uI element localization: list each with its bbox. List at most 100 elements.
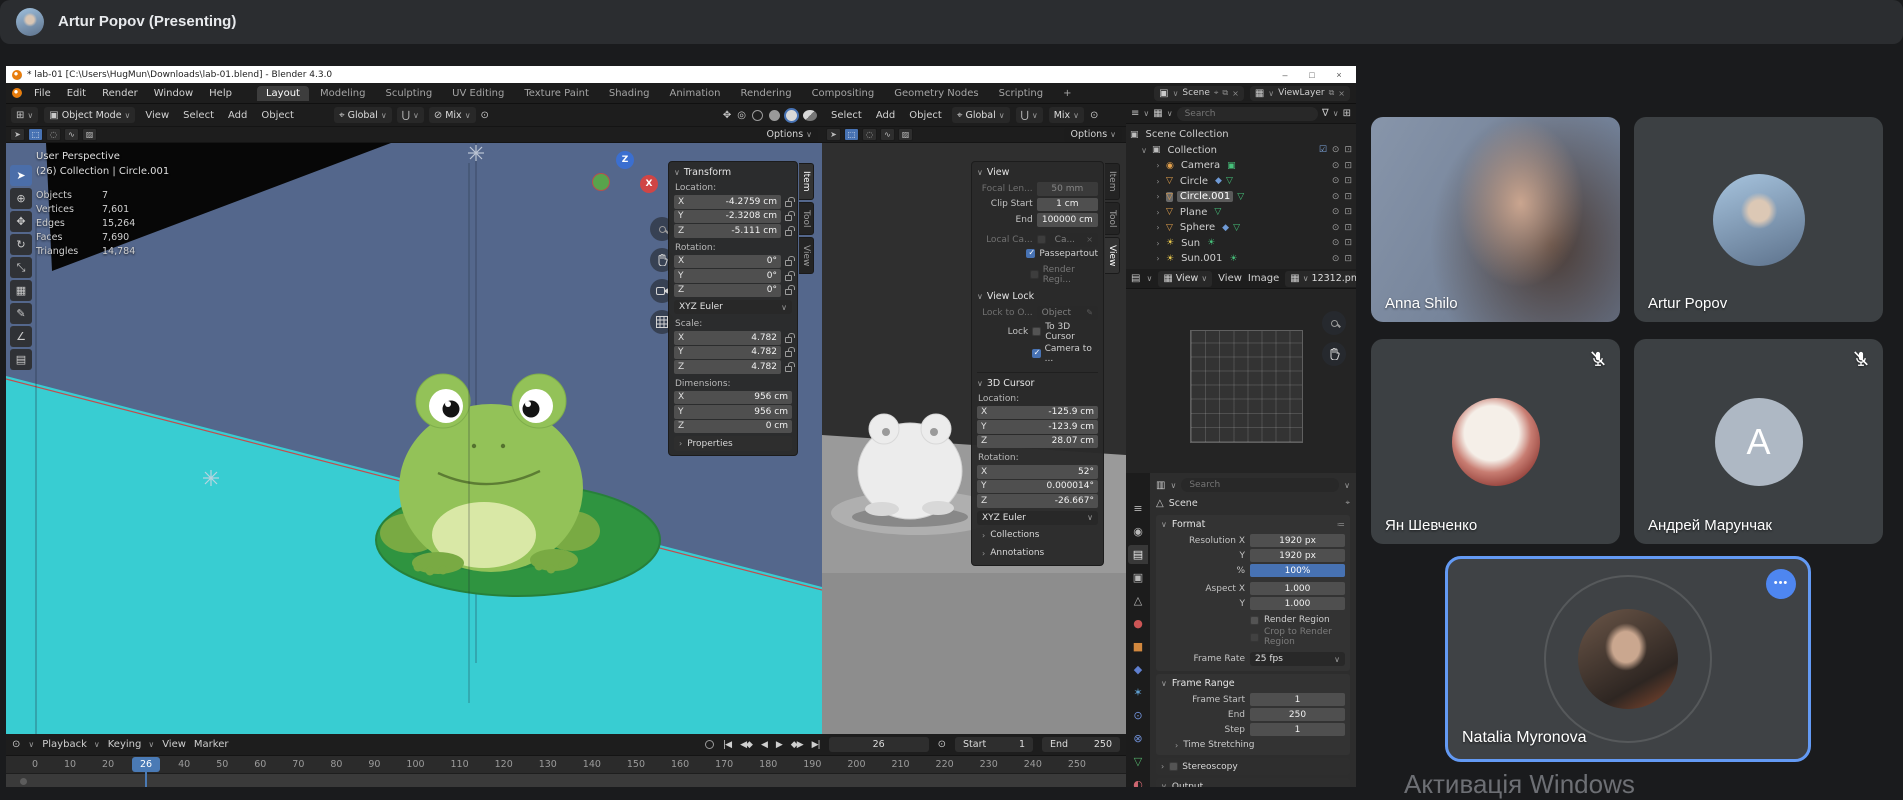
disable-render-toggle[interactable]: ⊡ [1344,223,1352,233]
more-options-button[interactable]: ••• [1766,569,1796,599]
window-titlebar[interactable]: * lab-01 [C:\Users\HugMun\Downloads\lab-… [6,66,1356,83]
hide-eye-toggle[interactable]: ⊙ [1332,161,1340,171]
lock-icon[interactable] [785,366,792,372]
menu-select[interactable]: Select [179,109,218,122]
rotation-mode-dropdown[interactable]: XYZ Euler∨ [674,300,792,314]
data-tab-icon[interactable]: ▽ [1128,752,1148,771]
menu-view[interactable]: View [1218,273,1242,284]
tab-item[interactable]: Item [1105,163,1120,200]
cursor-rotation-mode-dropdown[interactable]: XYZ Euler∨ [977,511,1098,525]
unlink-icon[interactable]: × [1232,89,1239,98]
hide-eye-toggle[interactable]: ⊙ [1332,254,1340,264]
workspace-tab-modeling[interactable]: Modeling [311,86,375,101]
world-tab-icon[interactable]: ● [1128,614,1148,633]
dimension-x-field[interactable]: X956 cm [674,391,792,405]
mode-selector[interactable]: ▣Object Mode∨ [44,107,135,123]
menu-playback[interactable]: Playback [42,739,87,750]
to-3d-cursor-checkbox[interactable] [1032,327,1041,336]
tab-view[interactable]: View [1105,237,1120,274]
shading-rendered-icon[interactable] [803,110,817,121]
menu-render[interactable]: Render [95,86,145,101]
cursor-x-field[interactable]: X-125.9 cm [977,406,1098,420]
current-frame-field[interactable]: 26 [829,737,929,752]
rotation-z-field[interactable]: Z0° [674,284,781,298]
menu-keying[interactable]: Keying [108,739,142,750]
menu-help[interactable]: Help [202,86,239,101]
proportional-falloff[interactable]: Mix∨ [1049,107,1084,123]
output-tab-icon[interactable]: ▤ [1128,545,1148,564]
chevron-down-icon[interactable]: ∨ [1344,481,1350,490]
select-tweak-button[interactable]: ➤ [826,128,841,141]
transform-orientation[interactable]: ⌖Global∨ [334,107,392,123]
workspace-tab-geometry-nodes[interactable]: Geometry Nodes [885,86,987,101]
lock-icon[interactable] [785,201,792,207]
playhead-line[interactable] [145,772,147,787]
filter-funnel-icon[interactable]: ∇ [1322,108,1329,119]
frame-start-field[interactable]: 1 [1250,693,1345,706]
frame-end-field[interactable]: 250 [1250,708,1345,721]
clip-start-field[interactable]: 1 cm [1037,198,1098,212]
jump-to-end-button[interactable]: ▶| [812,740,820,750]
lock-icon[interactable] [785,215,792,221]
scale-y-field[interactable]: Y4.782 [674,346,781,360]
passepartout-checkbox[interactable] [1026,249,1035,258]
view-lock-header[interactable]: ∨View Lock [977,291,1098,302]
menu-window[interactable]: Window [147,86,200,101]
constraints-tab-icon[interactable]: ⊗ [1128,729,1148,748]
outliner-search-input[interactable] [1177,107,1318,121]
proportional-edit-icon[interactable]: ⊙ [1090,110,1098,121]
scene-selector[interactable]: ▣∨Scene⌖⧉× [1154,86,1244,101]
participant-tile-andrey[interactable]: A Андрей Марунчак [1634,339,1883,544]
frame-start-field[interactable]: Start1 [955,737,1033,752]
participant-tile-yan[interactable]: Ян Шевченко [1371,339,1620,544]
outliner-row[interactable]: ›▽Circle◆▽⊙⊡ [1130,174,1352,190]
tool-tab-icon[interactable]: ≡ [1128,499,1148,518]
image-selector[interactable]: ▦∨12312.png [1285,271,1356,287]
render-tab-icon[interactable]: ◉ [1128,522,1148,541]
menu-object[interactable]: Object [257,109,298,122]
new-collection-icon[interactable]: ⊞ [1343,108,1351,119]
disable-render-toggle[interactable]: ⊡ [1344,254,1352,264]
pin-icon[interactable]: ⌖ [1214,88,1219,98]
workspace-tab-layout[interactable]: Layout [257,86,309,101]
next-keyframe-button[interactable]: ◆▶ [791,740,803,750]
menu-select[interactable]: Select [827,109,866,122]
frame-end-field[interactable]: End250 [1042,737,1120,752]
scale-z-field[interactable]: Z4.782 [674,360,781,374]
workspace-tab-animation[interactable]: Animation [661,86,730,101]
editor-type-clock-icon[interactable]: ⊙ [12,739,20,750]
lock-icon[interactable] [785,337,792,343]
transform-tool[interactable]: ▦ [10,280,32,301]
add-cube-tool[interactable]: ▤ [10,349,32,370]
navigation-gizmo[interactable]: Z X [588,149,664,213]
select-box-button[interactable]: ⬚ [28,128,43,141]
select-circle-button[interactable]: ◌ [862,128,877,141]
outliner-row[interactable]: ›☀Sun☀⊙⊡ [1130,236,1352,252]
lock-icon[interactable] [785,260,792,266]
axis-x-handle[interactable]: X [640,175,658,193]
tab-tool[interactable]: Tool [799,202,814,235]
shading-wireframe-icon[interactable] [752,110,763,121]
rotate-tool[interactable]: ↻ [10,234,32,255]
measure-tool[interactable]: ∠ [10,326,32,347]
material-tab-icon[interactable]: ◐ [1128,775,1148,787]
copy-icon[interactable]: ⧉ [1329,88,1335,98]
collection-label[interactable]: Collection [1165,145,1220,156]
pin-icon[interactable]: ⌖ [1345,498,1350,508]
options-button[interactable]: Options∨ [760,128,818,142]
select-lasso-button[interactable]: ∿ [64,128,79,141]
aspect-x-field[interactable]: 1.000 [1250,582,1345,595]
location-z-field[interactable]: Z-5.111 cm [674,224,781,238]
properties-search-input[interactable] [1181,478,1339,492]
cursor-y-field[interactable]: Y-123.9 cm [977,420,1098,434]
image-mode-dropdown[interactable]: ▦View∨ [1158,271,1212,287]
transform-panel-header[interactable]: ∨Transform [674,167,792,178]
viewlayer-selector[interactable]: ▦∨ViewLayer⧉× [1250,86,1350,101]
resolution-percent-slider[interactable]: 100% [1250,564,1345,577]
hide-eye-toggle[interactable]: ⊙ [1332,207,1340,217]
dimension-z-field[interactable]: Z0 cm [674,420,792,434]
filter-image-icon[interactable]: ▦ [1153,108,1162,119]
hide-eye-toggle[interactable]: ⊙ [1332,238,1340,248]
hide-eye-toggle[interactable]: ⊙ [1332,223,1340,233]
outliner-item-label-selected[interactable]: Circle.001 [1177,191,1233,202]
